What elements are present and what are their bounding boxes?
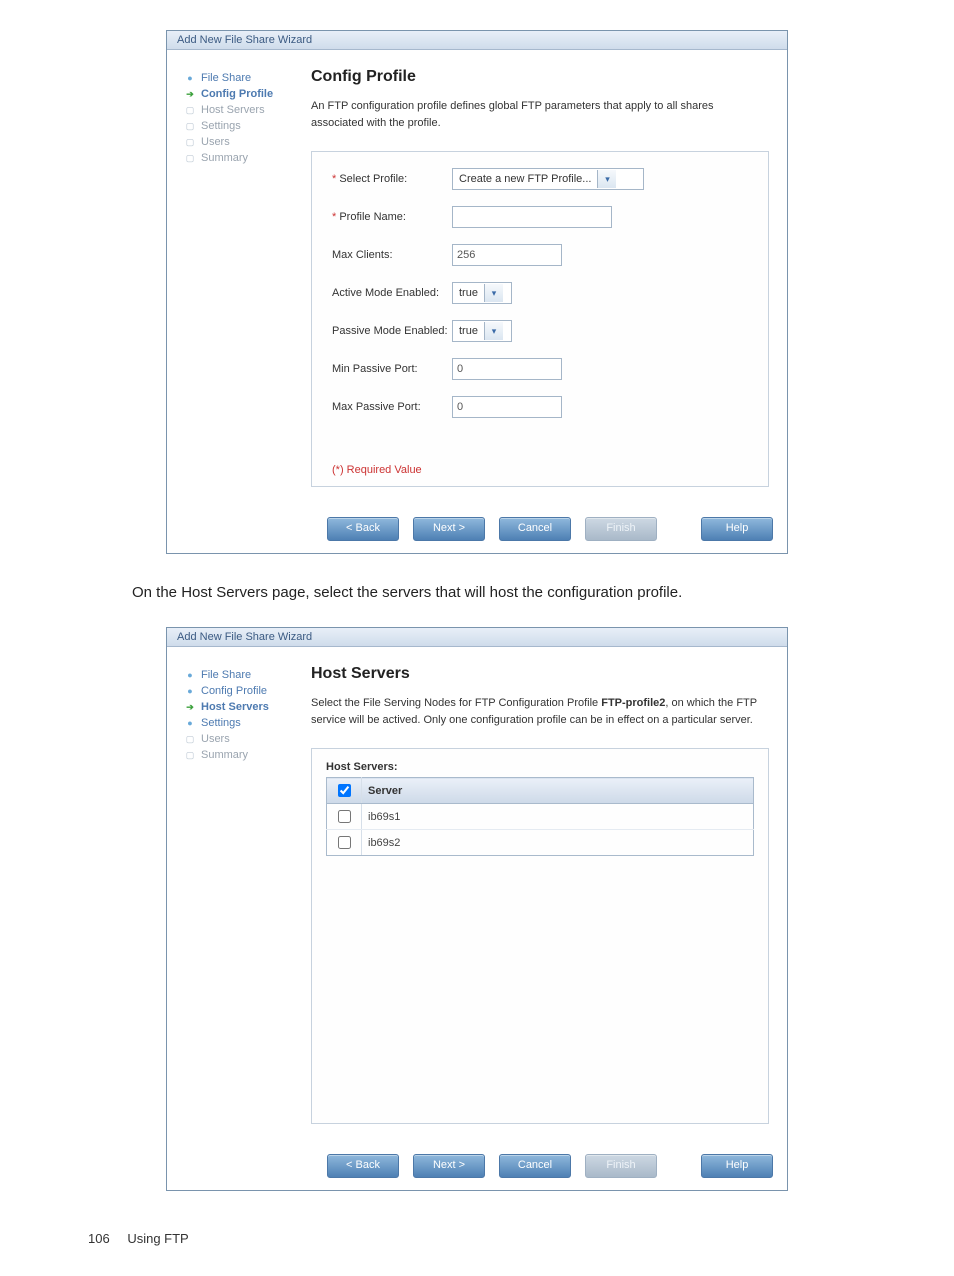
panel-description: Select the File Serving Nodes for FTP Co… [311,695,769,728]
row-checkbox[interactable] [338,836,351,849]
square-icon: ▢ [185,750,195,760]
step-config-profile[interactable]: ➔Config Profile [185,86,303,102]
wizard-config-profile: Add New File Share Wizard ●File Share ➔C… [166,30,788,554]
active-mode-label: Active Mode Enabled: [332,287,452,299]
step-settings: ▢Settings [185,118,303,134]
page-number: 106 [88,1231,110,1246]
max-port-label: Max Passive Port: [332,401,452,413]
square-icon: ▢ [185,137,195,147]
step-summary: ▢Summary [185,150,303,166]
server-column-header: Server [362,778,754,804]
back-button[interactable]: < Back [327,517,399,541]
chevron-down-icon: ▾ [597,170,616,188]
square-icon: ▢ [185,121,195,131]
cancel-button[interactable]: Cancel [499,517,571,541]
panel-title: Host Servers [311,665,769,683]
step-file-share[interactable]: ●File Share [185,667,303,683]
step-summary: ▢Summary [185,747,303,763]
arrow-right-icon: ➔ [185,702,195,712]
server-name: ib69s1 [362,804,754,830]
wizard-steps: ●File Share ●Config Profile ➔Host Server… [185,665,303,1124]
table-row[interactable]: ib69s1 [327,804,754,830]
table-row[interactable]: ib69s2 [327,830,754,856]
step-users: ▢Users [185,731,303,747]
finish-button: Finish [585,1154,657,1178]
page-footer: 106 Using FTP [60,1231,894,1246]
window-title: Add New File Share Wizard [167,628,787,647]
help-button[interactable]: Help [701,1154,773,1178]
panel-description: An FTP configuration profile defines glo… [311,98,769,131]
arrow-right-icon: ➔ [185,89,195,99]
button-bar: < Back Next > Cancel Finish Help [167,505,787,553]
button-bar: < Back Next > Cancel Finish Help [167,1142,787,1190]
min-port-label: Min Passive Port: [332,363,452,375]
step-host-servers: ▢Host Servers [185,102,303,118]
required-note: (*) Required Value [332,434,748,476]
caption-text: On the Host Servers page, select the ser… [132,584,822,601]
select-profile-dropdown[interactable]: Create a new FTP Profile... ▾ [452,168,644,190]
check-icon: ● [185,73,195,83]
form-panel: Select Profile: Create a new FTP Profile… [311,151,769,487]
row-checkbox[interactable] [338,810,351,823]
window-title: Add New File Share Wizard [167,31,787,50]
max-clients-input[interactable] [452,244,562,266]
chevron-down-icon: ▾ [484,284,503,302]
cancel-button[interactable]: Cancel [499,1154,571,1178]
step-users: ▢Users [185,134,303,150]
step-file-share[interactable]: ●File Share [185,70,303,86]
step-config-profile[interactable]: ●Config Profile [185,683,303,699]
min-port-input[interactable] [452,358,562,380]
table-title: Host Servers: [326,761,754,773]
help-button[interactable]: Help [701,517,773,541]
square-icon: ▢ [185,105,195,115]
active-mode-dropdown[interactable]: true ▾ [452,282,512,304]
check-icon: ● [185,670,195,680]
passive-mode-dropdown[interactable]: true ▾ [452,320,512,342]
server-table: Server ib69s1 ib69s2 [326,777,754,856]
back-button[interactable]: < Back [327,1154,399,1178]
select-profile-label: Select Profile: [332,173,452,185]
panel-title: Config Profile [311,68,769,86]
wizard-host-servers: Add New File Share Wizard ●File Share ●C… [166,627,788,1191]
square-icon: ▢ [185,153,195,163]
max-port-input[interactable] [452,396,562,418]
step-host-servers[interactable]: ➔Host Servers [185,699,303,715]
profile-name-input[interactable] [452,206,612,228]
footer-text: Using FTP [127,1231,188,1246]
next-button[interactable]: Next > [413,1154,485,1178]
select-all-checkbox[interactable] [338,784,351,797]
step-settings[interactable]: ●Settings [185,715,303,731]
table-panel: Host Servers: Server ib69s1 [311,748,769,1124]
check-icon: ● [185,718,195,728]
finish-button: Finish [585,517,657,541]
wizard-steps: ●File Share ➔Config Profile ▢Host Server… [185,68,303,487]
square-icon: ▢ [185,734,195,744]
profile-name-label: Profile Name: [332,211,452,223]
chevron-down-icon: ▾ [484,322,503,340]
check-icon: ● [185,686,195,696]
max-clients-label: Max Clients: [332,249,452,261]
next-button[interactable]: Next > [413,517,485,541]
server-name: ib69s2 [362,830,754,856]
passive-mode-label: Passive Mode Enabled: [332,325,452,337]
